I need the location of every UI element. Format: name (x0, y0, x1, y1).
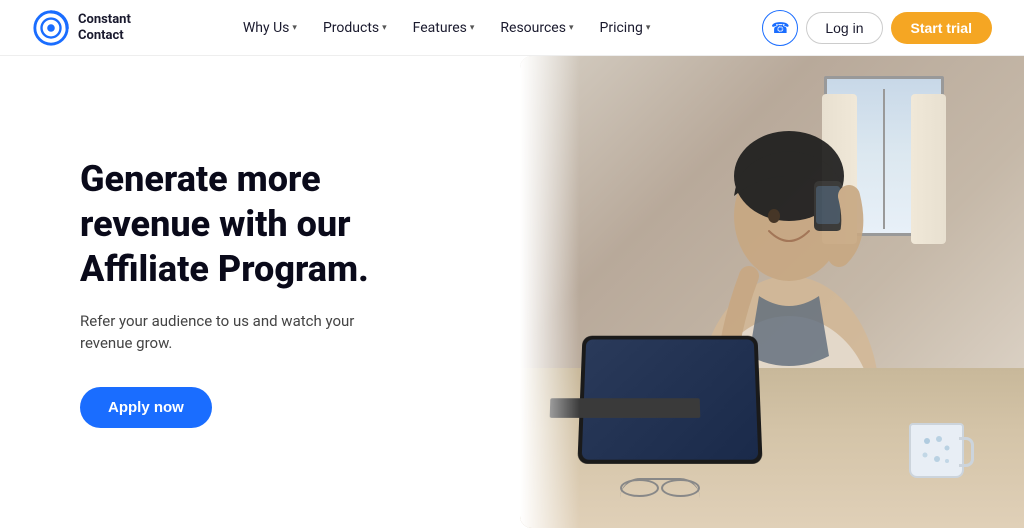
nav-products[interactable]: Products ▾ (313, 14, 397, 42)
nav-pricing[interactable]: Pricing ▾ (590, 14, 661, 42)
hero-content: Generate more revenue with our Affiliate… (0, 56, 520, 528)
logo-text: Constant Contact (78, 12, 131, 43)
nav-resources[interactable]: Resources ▾ (490, 14, 583, 42)
why-us-chevron: ▾ (292, 23, 297, 33)
login-button[interactable]: Log in (806, 12, 882, 44)
phone-button[interactable]: ☎ (762, 10, 798, 46)
coffee-mug (909, 423, 964, 478)
book-prop (550, 398, 701, 418)
nav-actions: ☎ Log in Start trial (762, 10, 992, 46)
features-chevron: ▾ (470, 23, 475, 33)
nav-why-us[interactable]: Why Us ▾ (233, 14, 307, 42)
nav-links: Why Us ▾ Products ▾ Features ▾ Resources… (233, 14, 660, 42)
phone-icon: ☎ (771, 19, 790, 37)
logo[interactable]: Constant Contact (32, 9, 131, 47)
glasses-prop (620, 478, 700, 498)
start-trial-button[interactable]: Start trial (891, 12, 992, 44)
products-chevron: ▾ (382, 23, 387, 33)
hero-image (520, 56, 1024, 528)
hero-heading: Generate more revenue with our Affiliate… (80, 157, 440, 292)
apply-now-button[interactable]: Apply now (80, 387, 212, 428)
hero-section: Generate more revenue with our Affiliate… (0, 56, 1024, 528)
hero-photo-bg (520, 56, 1024, 528)
mug-pattern (919, 433, 954, 468)
pricing-chevron: ▾ (646, 23, 651, 33)
resources-chevron: ▾ (569, 23, 574, 33)
nav-features[interactable]: Features ▾ (403, 14, 485, 42)
hero-subtext: Refer your audience to us and watch your… (80, 310, 400, 355)
navbar: Constant Contact Why Us ▾ Products ▾ Fea… (0, 0, 1024, 56)
logo-icon (32, 9, 70, 47)
